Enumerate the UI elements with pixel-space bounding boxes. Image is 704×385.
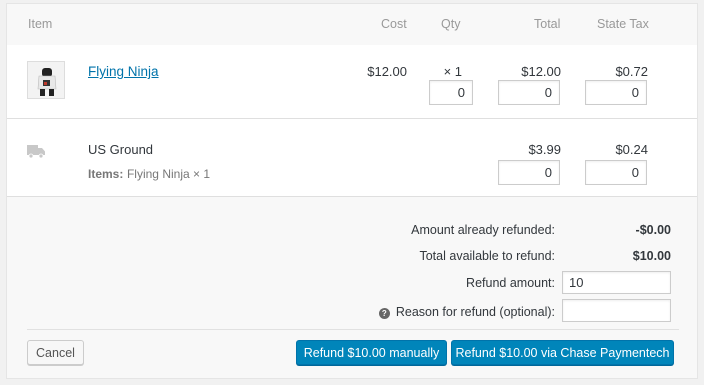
shipping-items-value: Flying Ninja × 1 (126, 167, 211, 181)
already-refunded-label: Amount already refunded: (411, 223, 555, 237)
cancel-button[interactable]: Cancel (27, 340, 84, 365)
col-cost: Cost (381, 17, 407, 31)
refund-amount-input[interactable] (562, 271, 671, 294)
refund-shipping-tax-input[interactable] (585, 160, 647, 185)
shipping-total: $3.99 (528, 142, 561, 157)
product-thumbnail[interactable] (27, 61, 65, 99)
col-tax: State Tax (597, 17, 649, 31)
shipping-line-item: US Ground Items: Flying Ninja × 1 $3.99 … (7, 119, 697, 197)
refund-amount-label: Refund amount: (466, 276, 555, 290)
shipping-items-label: Items: (88, 167, 124, 181)
refund-manually-button[interactable]: Refund $10.00 manually (296, 340, 447, 365)
refund-totals: Amount already refunded: -$0.00 Total av… (7, 197, 697, 378)
truck-icon (27, 145, 45, 161)
shipping-items: Items: Flying Ninja × 1 (88, 166, 210, 181)
available-to-refund-label: Total available to refund: (419, 249, 555, 263)
col-qty: Qty (441, 17, 461, 31)
already-refunded-value: -$0.00 (635, 223, 671, 237)
refund-shipping-total-input[interactable] (498, 160, 560, 185)
product-qty: × 1 (443, 64, 462, 79)
product-line-item: Flying Ninja $12.00 × 1 $12.00 $0.72 (7, 45, 697, 119)
refund-reason-input[interactable] (562, 299, 671, 322)
col-total: Total (534, 17, 561, 31)
available-to-refund-value: $10.00 (632, 249, 671, 263)
shipping-name: US Ground (88, 142, 154, 157)
divider (27, 329, 679, 330)
refund-via-gateway-button[interactable]: Refund $10.00 via Chase Paymentech (451, 340, 674, 365)
refund-reason-label-wrap: ? Reason for refund (optional): (378, 305, 555, 319)
shipping-tax: $0.24 (615, 142, 648, 157)
order-items-panel: Item Cost Qty Total State Tax Flying Nin… (6, 3, 698, 379)
refund-line-tax-input[interactable] (585, 80, 647, 105)
refund-reason-label: Reason for refund (optional): (395, 305, 555, 319)
col-item: Item (28, 17, 53, 31)
help-icon[interactable]: ? (378, 308, 390, 319)
refund-line-total-input[interactable] (498, 80, 560, 105)
product-total: $12.00 (521, 64, 561, 79)
product-cost: $12.00 (367, 64, 407, 79)
product-tax: $0.72 (615, 64, 648, 79)
refund-qty-input[interactable] (429, 80, 473, 105)
product-name-link[interactable]: Flying Ninja (88, 64, 159, 79)
table-header: Item Cost Qty Total State Tax (7, 4, 697, 45)
